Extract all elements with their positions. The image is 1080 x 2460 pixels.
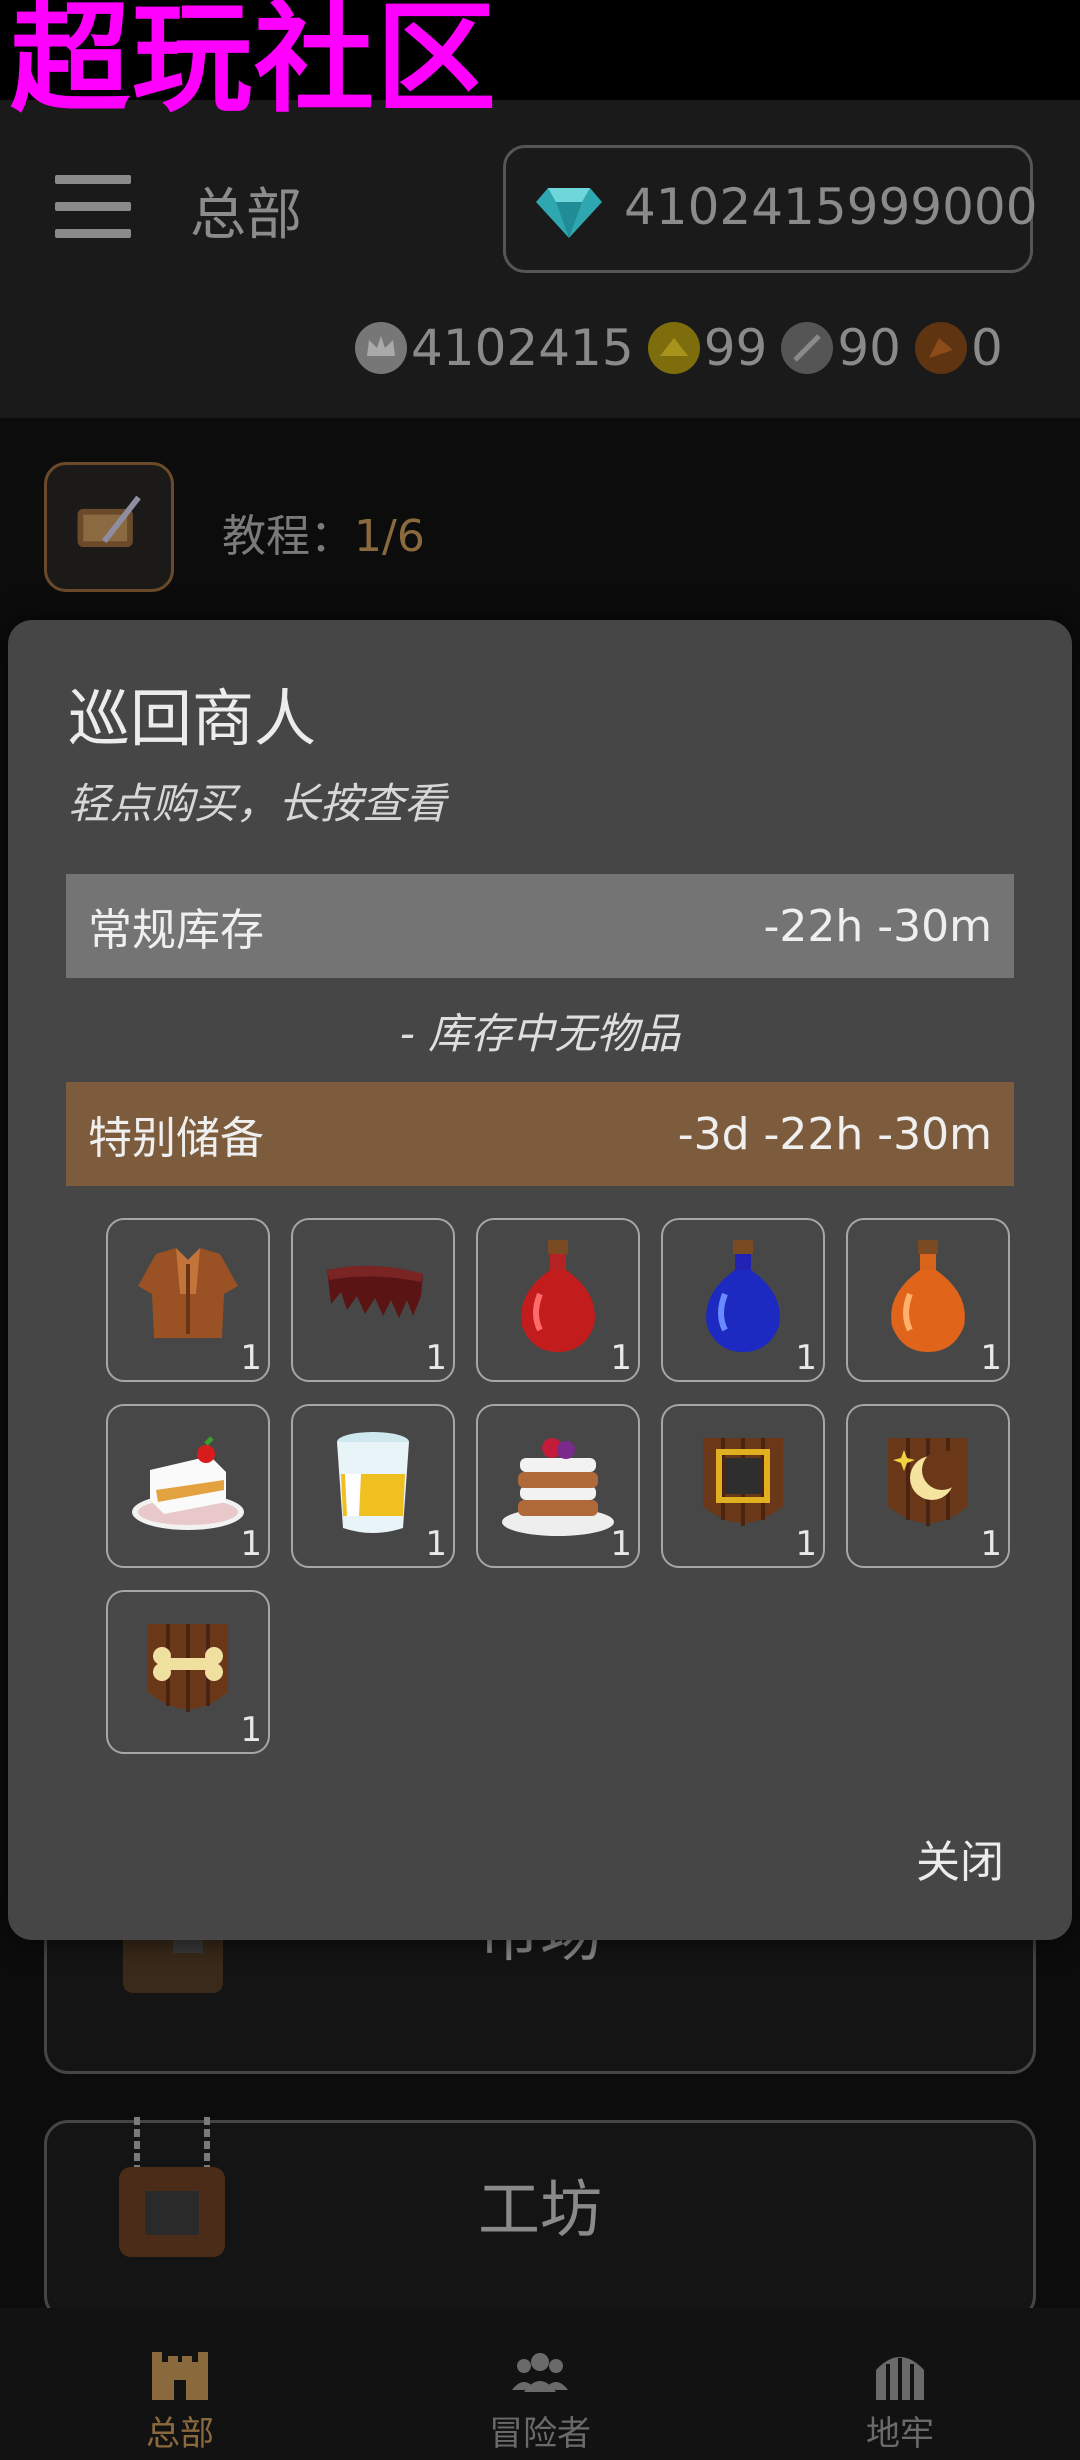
dungeon-gate-icon — [876, 2357, 924, 2400]
diamond-icon — [536, 188, 602, 238]
currency-bronze: 0 — [914, 319, 1003, 377]
gem-balance-button[interactable]: 4102415999000 — [503, 145, 1038, 273]
item-slot-red-potion[interactable]: 1 — [476, 1218, 640, 1382]
traveling-merchant-dialog: 巡回商人 轻点购买，长按查看 常规库存 -22h -30m - 库存中无物品 特… — [8, 620, 1072, 1940]
bronze-token-icon — [914, 322, 967, 374]
item-slot-frame-banner[interactable]: 1 — [661, 1404, 825, 1568]
close-button[interactable]: 关闭 — [916, 1826, 1004, 1890]
regular-stock-header: 常规库存 -22h -30m — [66, 874, 1014, 978]
regular-stock-label: 常规库存 — [88, 905, 264, 956]
item-slot-pancake-stack[interactable]: 1 — [476, 1404, 640, 1568]
pancake-stack-icon — [502, 1438, 614, 1536]
workshop-label: 工坊 — [477, 2173, 602, 2246]
item-slot-dark-cloak[interactable]: 1 — [291, 1218, 455, 1382]
dialog-subtitle: 轻点购买，长按查看 — [68, 779, 447, 828]
cake-icon — [132, 1436, 244, 1530]
page-title: 总部 — [190, 183, 302, 248]
currency-row: 4102415 99 90 0 — [355, 318, 1017, 378]
dialog-title: 巡回商人 — [68, 682, 317, 755]
dark-cloak-icon — [327, 1265, 423, 1318]
sword-token-icon — [781, 322, 834, 374]
silver-crown-icon — [355, 322, 407, 374]
regular-stock-timer: -22h -30m — [763, 900, 992, 952]
bottom-nav: 总部 冒险者 地牢 — [0, 2308, 1080, 2460]
empty-stock-note: - 库存中无物品 — [399, 1009, 681, 1058]
special-reserve-header: 特别储备 -3d -22h -30m — [66, 1082, 1014, 1186]
currency-sword: 90 — [781, 319, 901, 377]
item-slot-milk-glass[interactable]: 1 — [291, 1404, 455, 1568]
nav-label-dungeon: 地牢 — [866, 2414, 934, 2454]
item-slot-leather-armor[interactable]: 1 — [106, 1218, 270, 1382]
gem-amount: 4102415999000 — [624, 178, 1038, 236]
special-reserve-label: 特别储备 — [88, 1113, 264, 1164]
bone-banner-icon — [148, 1624, 228, 1712]
workshop-card[interactable]: 工坊 — [44, 2117, 1036, 2320]
leather-armor-icon — [138, 1248, 238, 1338]
orange-potion-icon — [891, 1240, 965, 1352]
gold-token-icon — [647, 322, 700, 374]
nav-label-adventurers: 冒险者 — [489, 2414, 591, 2454]
tutorial-scroll-button[interactable] — [44, 462, 174, 592]
item-slot-cake[interactable]: 1 — [106, 1404, 270, 1568]
castle-icon — [152, 2352, 208, 2400]
red-potion-icon — [521, 1240, 595, 1352]
item-slot-orange-potion[interactable]: 1 — [846, 1218, 1010, 1382]
frame-banner-icon — [703, 1438, 783, 1526]
moon-banner-icon — [888, 1438, 968, 1526]
menu-icon[interactable] — [55, 175, 131, 239]
nav-tab-adventurers[interactable]: 冒险者 — [360, 2308, 720, 2460]
nav-tab-hq[interactable]: 总部 — [0, 2308, 360, 2460]
nav-label-hq: 总部 — [146, 2414, 214, 2454]
item-slot-blue-potion[interactable]: 1 — [661, 1218, 825, 1382]
milk-glass-icon — [337, 1432, 409, 1533]
group-people-icon — [512, 2353, 568, 2392]
nav-tab-dungeon[interactable]: 地牢 — [720, 2308, 1080, 2460]
watermark-logo: 超玩社区 — [10, 0, 498, 129]
item-slot-bone-banner[interactable]: 1 — [106, 1590, 270, 1754]
scroll-quill-icon — [77, 495, 141, 548]
blue-potion-icon — [706, 1240, 780, 1352]
item-slot-moon-banner[interactable]: 1 — [846, 1404, 1010, 1568]
currency-gold: 99 — [647, 319, 767, 377]
currency-silver: 4102415 — [355, 319, 634, 377]
special-reserve-timer: -3d -22h -30m — [677, 1108, 992, 1160]
tutorial-progress: 教程：1/6 — [222, 511, 425, 562]
